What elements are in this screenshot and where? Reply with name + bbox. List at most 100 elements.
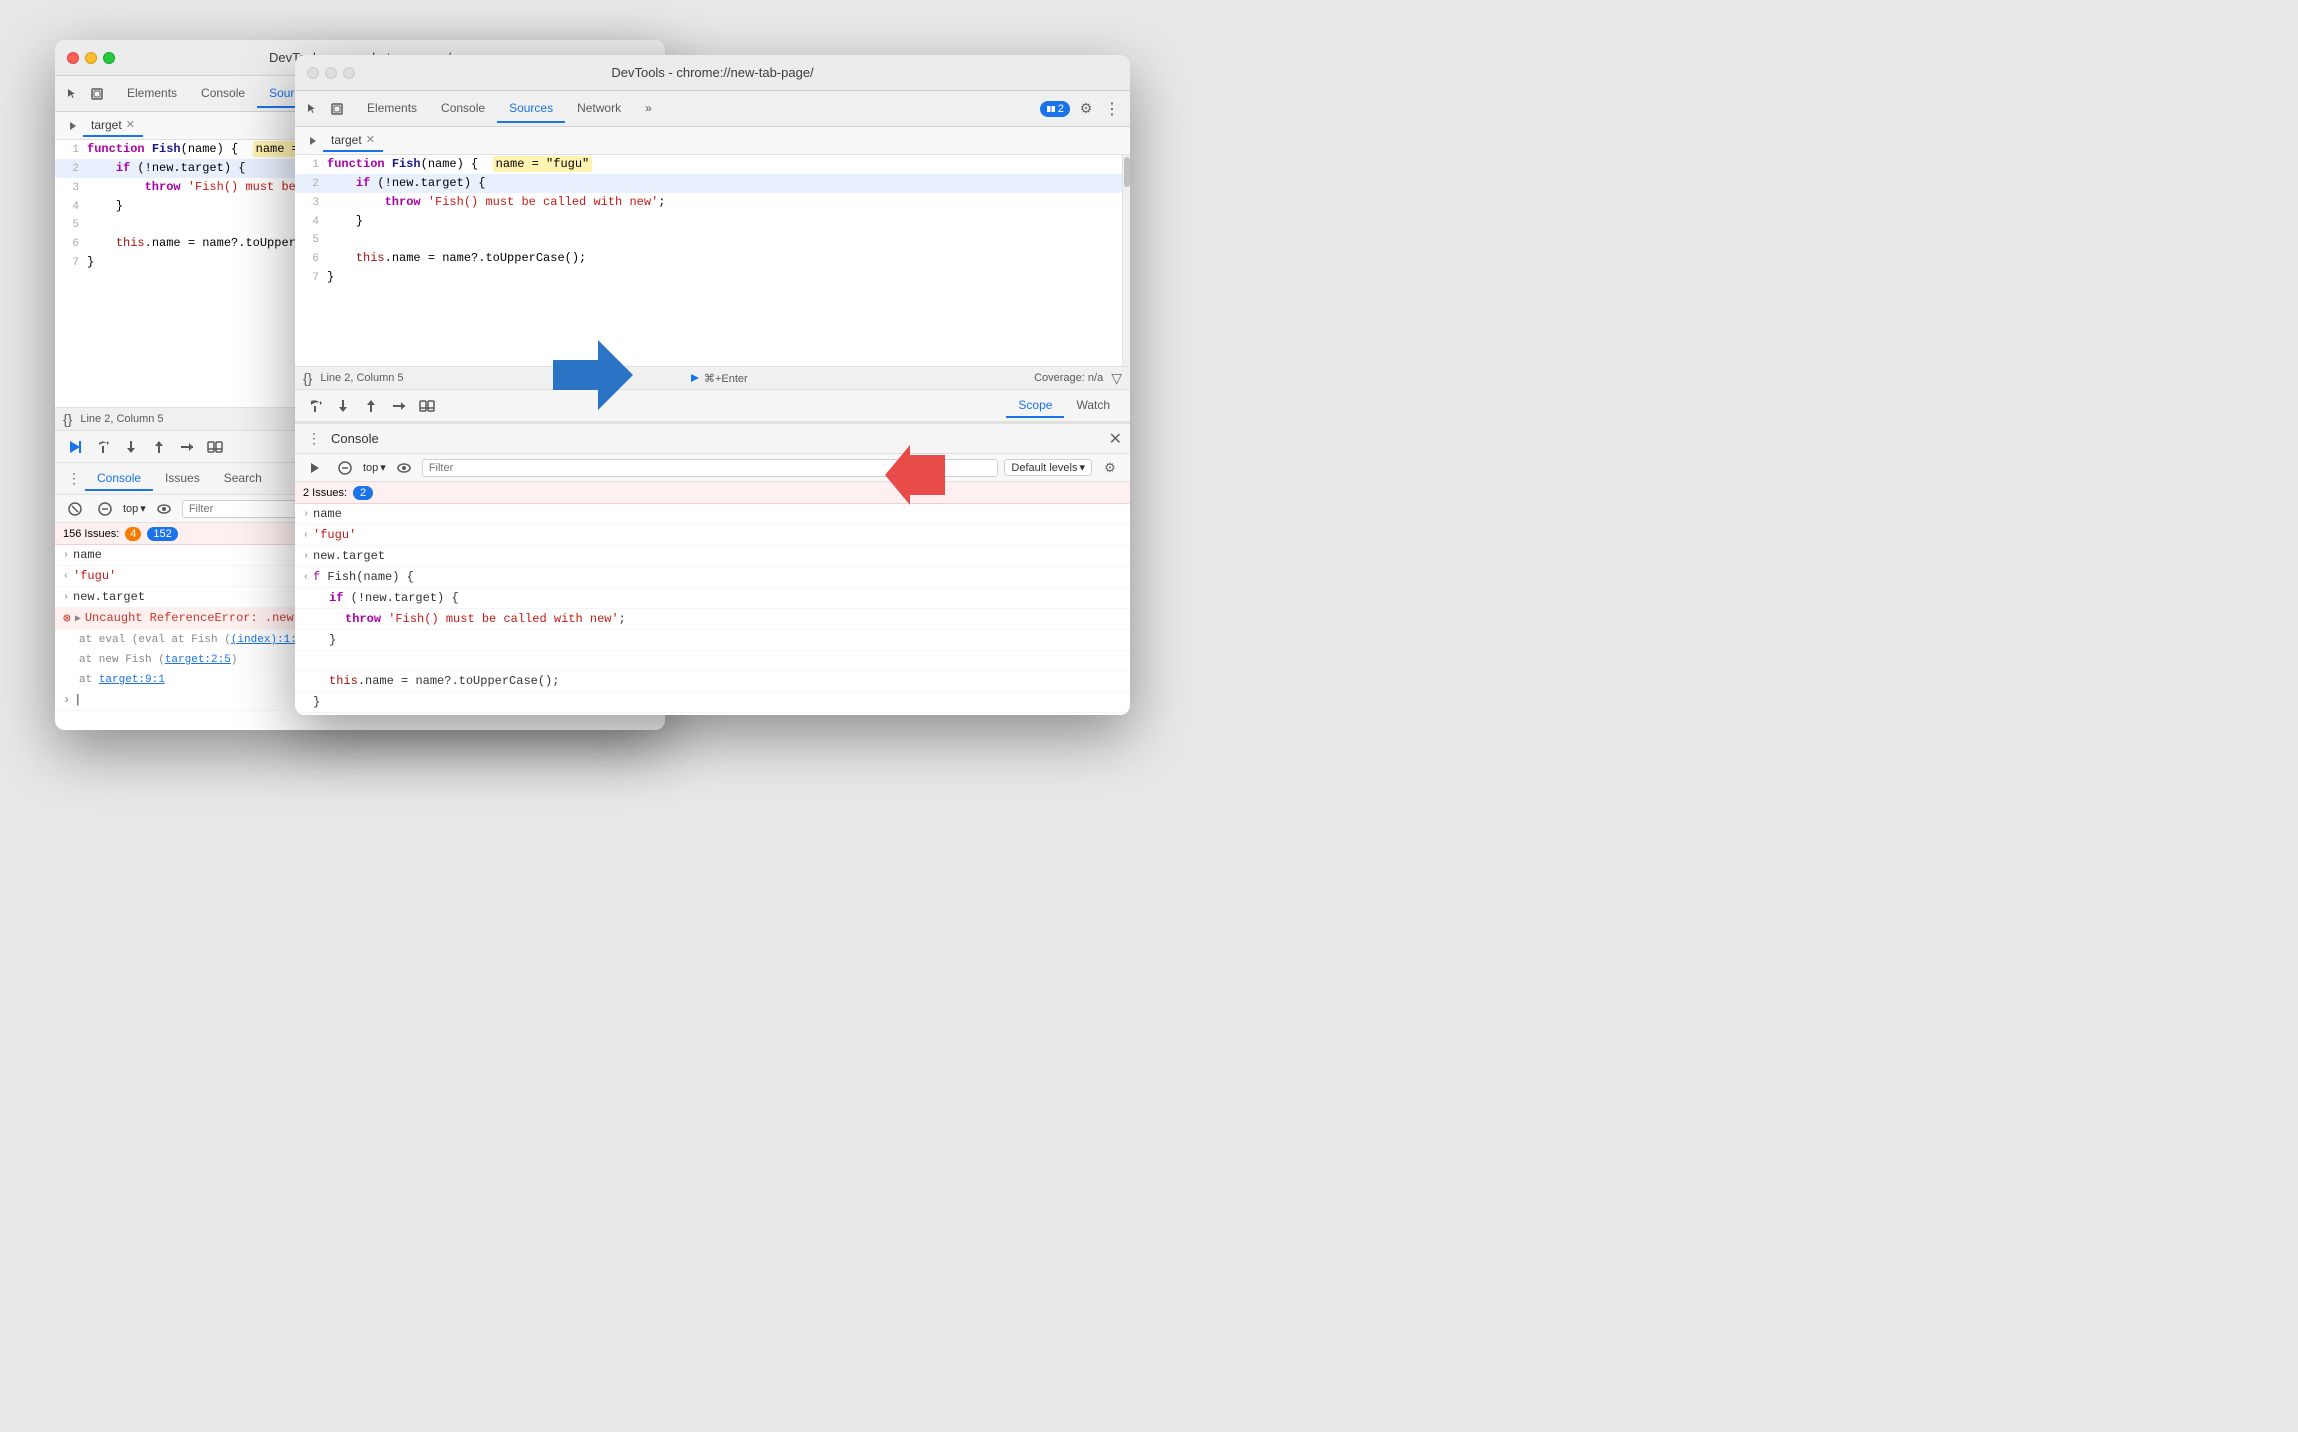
tab-elements-1[interactable]: Elements xyxy=(115,80,189,108)
tab-sources-2[interactable]: Sources xyxy=(497,95,565,123)
step-over-icon[interactable] xyxy=(91,435,115,459)
more-icon-2[interactable]: ⋮ xyxy=(303,430,325,447)
gear-icon-console[interactable]: ⚙ xyxy=(1098,456,1122,480)
more-icon-1[interactable]: ⋮ xyxy=(63,470,85,487)
console-tab-console-1[interactable]: Console xyxy=(85,467,153,491)
code-line-2-6: 6 this.name = name?.toUpperCase(); xyxy=(295,249,1122,268)
code-line-2-1: 1 function Fish(name) { name = "fugu" xyxy=(295,155,1122,174)
top-selector-1[interactable]: top ▾ xyxy=(123,502,146,515)
coverage-filter-icon[interactable]: ▽ xyxy=(1111,370,1122,387)
console-tab-issues-1[interactable]: Issues xyxy=(153,467,212,491)
minimize-button-2[interactable] xyxy=(325,67,337,79)
toolbar-right-2: 2 ⚙ ⋮ xyxy=(1040,97,1122,121)
file-tab-close-1[interactable]: ✕ xyxy=(126,118,135,131)
traffic-lights-2 xyxy=(307,67,355,79)
deactivate-icon-2[interactable] xyxy=(415,394,439,418)
stop-icon-1[interactable] xyxy=(93,497,117,521)
console-row-2-fn-body-6: › } xyxy=(295,692,1130,713)
code-scrollbar-2[interactable] xyxy=(1122,155,1130,366)
close-button-1[interactable] xyxy=(67,52,79,64)
close-console-btn[interactable]: ✕ xyxy=(1109,429,1122,449)
console-title-2: Console xyxy=(331,431,379,446)
blue-arrow xyxy=(543,335,638,420)
run-cmd-2: ⌘+Enter xyxy=(704,372,748,385)
code-line-2-7: 7 } xyxy=(295,268,1122,287)
window-title-2: DevTools - chrome://new-tab-page/ xyxy=(611,65,813,80)
console-row-2-fn-body-2: › throw 'Fish() must be called with new'… xyxy=(295,609,1130,630)
devtools-window-2: DevTools - chrome://new-tab-page/ Elemen… xyxy=(295,55,1130,715)
coverage-label: Coverage: n/a xyxy=(1034,372,1103,384)
console-filter-bar-2: top ▾ Default levels ▾ ⚙ xyxy=(295,454,1130,482)
code-editor-2[interactable]: 1 function Fish(name) { name = "fugu" 2 … xyxy=(295,155,1122,287)
console-row-2-fn-body-3: › } xyxy=(295,630,1130,651)
issues-count-2: 2 Issues: xyxy=(303,487,347,499)
line-col-1: Line 2, Column 5 xyxy=(80,413,163,425)
resume-icon[interactable] xyxy=(63,435,87,459)
play-icon-2[interactable] xyxy=(303,456,327,480)
code-area-2: 1 function Fish(name) { name = "fugu" 2 … xyxy=(295,155,1122,366)
console-row-2-name: › name xyxy=(295,504,1130,525)
layers-icon[interactable] xyxy=(87,84,107,104)
tab-more-2[interactable]: » xyxy=(633,95,664,123)
layers-icon-2[interactable] xyxy=(327,99,347,119)
console-content-2[interactable]: › name ‹ 'fugu' › new.target ‹ f Fish(na… xyxy=(295,504,1130,715)
code-line-2-5: 5 xyxy=(295,231,1122,249)
main-toolbar-2: Elements Console Sources Network » 2 ⚙ ⋮ xyxy=(295,91,1130,127)
watch-tab-2[interactable]: Watch xyxy=(1064,394,1122,418)
clear-console-icon-1[interactable] xyxy=(63,497,87,521)
file-tab-close-2[interactable]: ✕ xyxy=(366,133,375,146)
console-row-2-fugu: ‹ 'fugu' xyxy=(295,525,1130,546)
blue-badge-issues-2: 2 xyxy=(353,486,373,500)
expand-panel-icon-2[interactable] xyxy=(303,131,323,151)
debug-tabs-2: Scope Watch xyxy=(1006,394,1122,418)
filter-input-2[interactable] xyxy=(422,459,999,477)
line-col-2: Line 2, Column 5 xyxy=(320,372,403,384)
eye-icon-1[interactable] xyxy=(152,497,176,521)
step-into-icon[interactable] xyxy=(119,435,143,459)
eye-icon-2[interactable] xyxy=(392,456,416,480)
file-tab-target-2[interactable]: target ✕ xyxy=(323,130,383,152)
cursor-icon[interactable] xyxy=(63,84,83,104)
tab-elements-2[interactable]: Elements xyxy=(355,95,429,123)
code-panel-2: 1 function Fish(name) { name = "fugu" 2 … xyxy=(295,155,1130,366)
top-selector-2[interactable]: top ▾ xyxy=(363,461,386,474)
close-button-2[interactable] xyxy=(307,67,319,79)
scope-tab-2[interactable]: Scope xyxy=(1006,394,1064,418)
file-tab-target-1[interactable]: target ✕ xyxy=(83,115,143,137)
step-into-icon-2[interactable] xyxy=(331,394,355,418)
status-bar-2: {} Line 2, Column 5 ⌘+Enter Coverage: n/… xyxy=(295,366,1130,390)
minimize-button-1[interactable] xyxy=(85,52,97,64)
toolbar-tabs-2: Elements Console Sources Network » xyxy=(355,95,664,123)
clear-icon-2[interactable] xyxy=(333,456,357,480)
issues-count-1: 156 Issues: xyxy=(63,528,119,540)
tab-network-2[interactable]: Network xyxy=(565,95,633,123)
maximize-button-1[interactable] xyxy=(103,52,115,64)
cursor-icon-2[interactable] xyxy=(303,99,323,119)
blue-badge-issues-1: 152 xyxy=(147,527,177,541)
step-resume-icon[interactable] xyxy=(175,435,199,459)
console-header-2: ⋮ Console ✕ xyxy=(295,422,1130,454)
debug-toolbar-2: Scope Watch xyxy=(295,390,1130,422)
step-out-icon-2[interactable] xyxy=(359,394,383,418)
resume-icon-2[interactable] xyxy=(303,394,327,418)
maximize-button-2[interactable] xyxy=(343,67,355,79)
console-tab-search-1[interactable]: Search xyxy=(212,467,274,491)
tab-console-1[interactable]: Console xyxy=(189,80,257,108)
code-line-2-3: 3 throw 'Fish() must be called with new'… xyxy=(295,193,1122,212)
step-resume-icon-2[interactable] xyxy=(387,394,411,418)
console-row-2-fn: ‹ f Fish(name) { xyxy=(295,567,1130,588)
blue-badge-2: 2 xyxy=(1040,101,1070,117)
title-bar-2: DevTools - chrome://new-tab-page/ xyxy=(295,55,1130,91)
issues-bar-2: 2 Issues: 2 xyxy=(295,482,1130,504)
tab-console-2[interactable]: Console xyxy=(429,95,497,123)
more-options-icon-2[interactable]: ⋮ xyxy=(1102,99,1122,119)
gear-icon-2[interactable]: ⚙ xyxy=(1074,97,1098,121)
step-out-icon[interactable] xyxy=(147,435,171,459)
expand-panel-icon-1[interactable] xyxy=(63,116,83,136)
console-row-2-newtarget: › new.target xyxy=(295,546,1130,567)
code-line-2-4: 4 } xyxy=(295,212,1122,231)
default-levels-btn[interactable]: Default levels ▾ xyxy=(1004,459,1092,476)
scroll-thumb-2[interactable] xyxy=(1124,157,1130,187)
deactivate-icon[interactable] xyxy=(203,435,227,459)
orange-badge-1: 4 xyxy=(125,527,141,541)
